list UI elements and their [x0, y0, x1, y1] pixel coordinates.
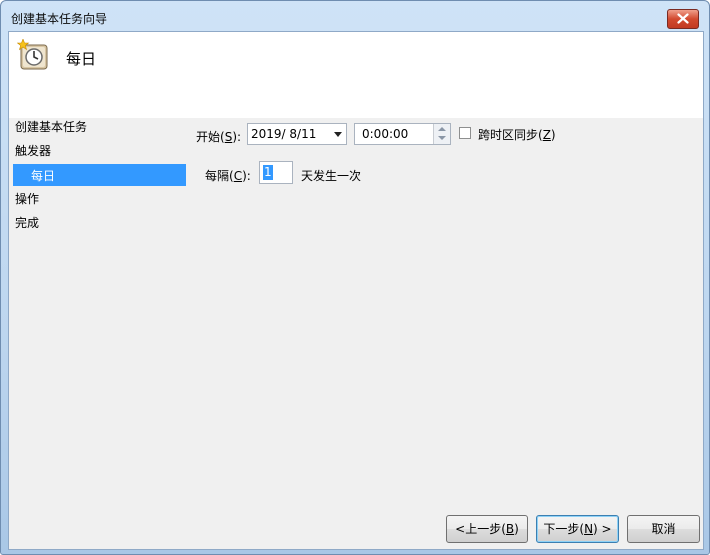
wizard-window: 创建基本任务向导 每日 创建基本任务 触发器 每日 操作 完成 开始(S): 2… [0, 0, 710, 555]
title-bar[interactable]: 创建基本任务向导 [1, 1, 709, 31]
next-button[interactable]: 下一步(N) > [536, 515, 619, 543]
wizard-steps-nav: 创建基本任务 触发器 每日 操作 完成 [9, 118, 191, 438]
spin-down-icon[interactable] [438, 136, 446, 140]
wizard-content: 每日 创建基本任务 触发器 每日 操作 完成 开始(S): 2019/ 8/11… [8, 31, 704, 550]
back-button[interactable]: <上一步(B) [446, 515, 528, 543]
close-icon [677, 13, 689, 24]
start-date-picker[interactable]: 2019/ 8/11 [247, 123, 347, 145]
step-action[interactable]: 操作 [15, 190, 39, 207]
scheduled-task-clock-icon [17, 39, 48, 70]
start-date-value: 2019/ 8/11 [251, 127, 317, 141]
page-title: 每日 [66, 50, 97, 68]
window-title: 创建基本任务向导 [11, 12, 108, 26]
sync-timezones-label: 跨时区同步(Z) [478, 128, 556, 142]
step-finish[interactable]: 完成 [15, 214, 39, 231]
start-time-value: 0:00:00 [362, 127, 409, 141]
close-button[interactable] [667, 9, 699, 29]
start-label: 开始(S): [196, 130, 242, 144]
step-daily[interactable]: 每日 [13, 164, 186, 186]
step-create-basic-task[interactable]: 创建基本任务 [15, 118, 87, 135]
recur-interval-value: 1 [263, 165, 273, 180]
recur-suffix: 天发生一次 [301, 169, 362, 183]
step-daily-label: 每日 [31, 169, 56, 183]
cancel-button[interactable]: 取消 [627, 515, 700, 543]
spin-up-icon[interactable] [438, 127, 446, 131]
sync-timezones-checkbox[interactable] [459, 127, 471, 139]
step-trigger[interactable]: 触发器 [15, 142, 51, 159]
start-time-field[interactable]: 0:00:00 [354, 123, 451, 145]
chevron-down-icon[interactable] [334, 132, 342, 137]
time-spinner[interactable] [433, 124, 450, 144]
recur-interval-input[interactable]: 1 [259, 161, 293, 184]
recur-label: 每隔(C): [205, 169, 251, 183]
wizard-header: 每日 [9, 32, 703, 118]
